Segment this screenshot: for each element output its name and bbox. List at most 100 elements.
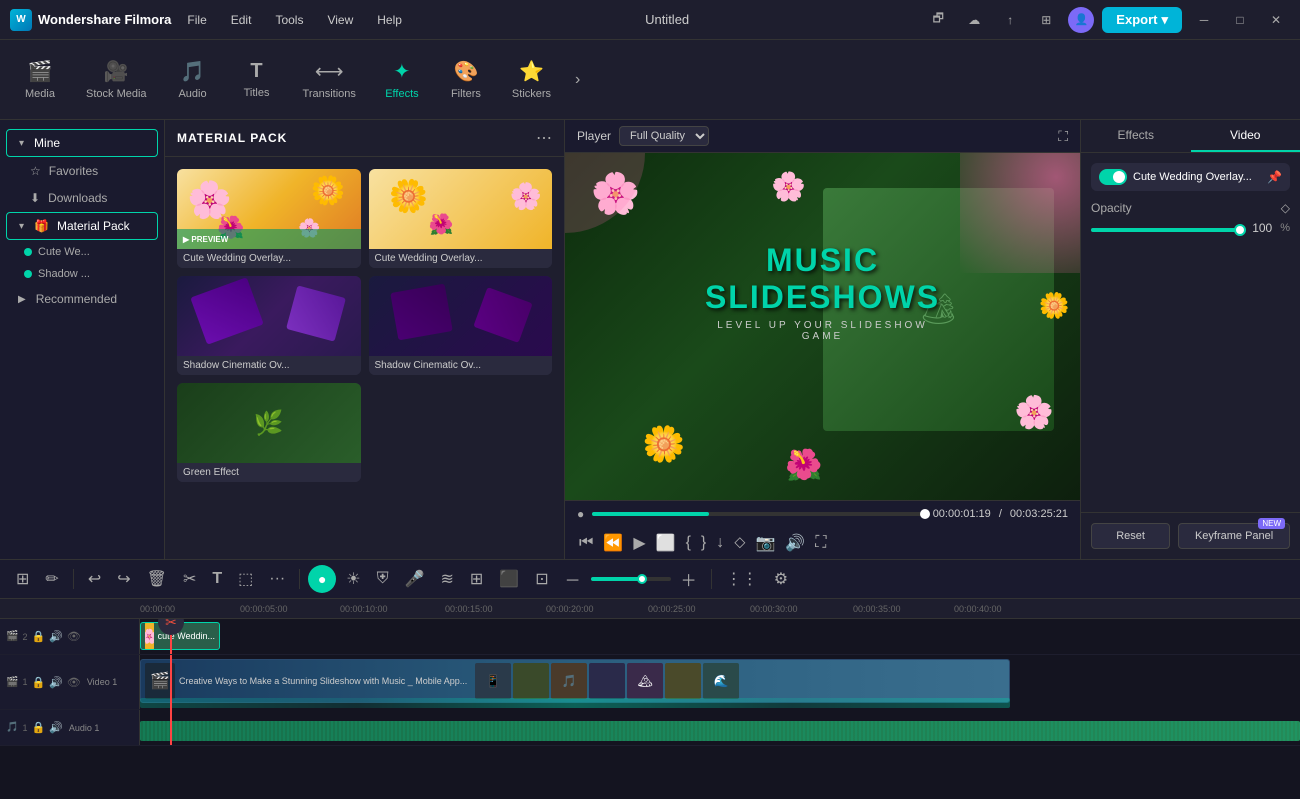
tool-filters[interactable]: 🎨 Filters (436, 51, 496, 108)
effect-toggle[interactable] (1099, 169, 1127, 185)
export-button[interactable]: Export ▾ (1102, 7, 1182, 33)
effect-card-cute-wedding-2[interactable]: 🌼 🌸 🌺 Cute Wedding Overlay... (369, 169, 553, 268)
minimize-icon[interactable]: 🗗 (924, 6, 952, 34)
tool-stock-media[interactable]: 🎥 Stock Media (74, 51, 159, 108)
eye2-icon[interactable]: 👁 (67, 676, 81, 689)
tool-stickers[interactable]: ⭐ Stickers (500, 51, 563, 108)
tool-audio[interactable]: 🎵 Audio (163, 51, 223, 108)
window-minimize-icon[interactable]: ─ (1190, 6, 1218, 34)
mark-in-icon[interactable]: { (684, 532, 693, 554)
lock-icon[interactable]: 🔒 (31, 630, 45, 643)
speaker-icon[interactable]: 🔊 (49, 630, 63, 643)
effect-label-5: Green Effect (177, 463, 361, 482)
scene-view-icon[interactable]: ⊞ (10, 566, 35, 592)
window-close-icon[interactable]: ✕ (1262, 6, 1290, 34)
sidebar-item-mine[interactable]: ▾ Mine (6, 129, 158, 157)
more-options-icon[interactable]: ⋯ (536, 128, 552, 148)
window-maximize-icon[interactable]: □ (1226, 6, 1254, 34)
ruler-mark-40: 00:00:40:00 (954, 604, 1002, 614)
mic-icon[interactable]: 🎤 (399, 566, 431, 592)
media-icon: 🎬 (28, 59, 53, 84)
insert-icon[interactable]: ↓ (714, 532, 726, 554)
lock3-icon[interactable]: 🔒 (31, 721, 45, 734)
tool-transitions[interactable]: ⟷ Transitions (291, 51, 368, 108)
snapshot-icon[interactable]: 📷 (753, 531, 777, 555)
devices-icon[interactable]: ⊞ (1032, 6, 1060, 34)
text-icon[interactable]: T (206, 567, 228, 591)
pip-icon[interactable]: ⬛ (493, 566, 525, 592)
effect-card-shadow-1[interactable]: Shadow Cinematic Ov... (177, 276, 361, 375)
sub-icon[interactable]: ⊡ (529, 566, 554, 592)
separator-1 (73, 569, 74, 589)
sidebar-sub-cute-wedding[interactable]: Cute We... (0, 241, 164, 263)
more-tools-icon[interactable]: ··· (263, 567, 291, 591)
menu-edit[interactable]: Edit (223, 9, 260, 31)
opacity-slider[interactable] (1091, 228, 1244, 232)
undo-icon[interactable]: ↩ (82, 566, 107, 592)
audio-track-clip[interactable] (140, 721, 1300, 741)
mark-out-icon[interactable]: } (699, 532, 708, 554)
share-icon[interactable]: ↑ (996, 6, 1024, 34)
tool-media[interactable]: 🎬 Media (10, 51, 70, 108)
reset-button[interactable]: Reset (1091, 523, 1170, 549)
speaker2-icon[interactable]: 🔊 (49, 676, 63, 689)
cut-icon[interactable]: ✂ (177, 566, 202, 592)
stock-media-icon: 🎥 (104, 59, 129, 84)
step-back-icon[interactable]: ⏪ (601, 531, 625, 555)
quality-select[interactable]: Full Quality (619, 126, 709, 146)
volume-icon[interactable]: 🔊 (783, 531, 807, 555)
sidebar-item-recommended[interactable]: ▶ Recommended (6, 286, 158, 312)
menu-view[interactable]: View (319, 9, 361, 31)
scene-split-icon[interactable]: ⬦ (732, 532, 747, 554)
play-icon[interactable]: ▶ (631, 531, 647, 555)
menu-file[interactable]: File (179, 9, 214, 31)
tool-titles[interactable]: T Titles (227, 52, 287, 107)
tool-effects[interactable]: ✦ Effects (372, 51, 432, 108)
minus-icon[interactable]: － (559, 564, 587, 594)
clip-main[interactable]: 🎬 Creative Ways to Make a Stunning Slide… (140, 659, 1010, 703)
crop-btn-icon[interactable]: ⬚ (232, 566, 259, 592)
redo-icon[interactable]: ↪ (111, 566, 136, 592)
draw-icon[interactable]: ✏ (39, 566, 64, 592)
sidebar-item-downloads[interactable]: ⬇ Downloads (6, 185, 158, 211)
playback-buttons: ⏮ ⏪ ▶ ⬜ { } ↓ ⬦ 📷 🔊 ⛶ (565, 527, 1080, 559)
progress-bar[interactable] (592, 512, 924, 516)
multi-cam-icon[interactable]: ⊞ (464, 566, 489, 592)
fullscreen-icon[interactable]: ⛶ (813, 532, 828, 554)
tab-effects[interactable]: Effects (1081, 120, 1191, 152)
settings-icon[interactable]: ⚙ (768, 566, 794, 592)
sidebar-item-favorites[interactable]: ☆ Favorites (6, 158, 158, 184)
eye-icon[interactable]: 👁 (67, 630, 81, 643)
record-button[interactable]: ● (308, 565, 336, 593)
delete-icon[interactable]: 🗑 (141, 566, 173, 592)
sidebar-sub-shadow[interactable]: Shadow ... (0, 263, 164, 285)
effect-card-shadow-2[interactable]: Shadow Cinematic Ov... (369, 276, 553, 375)
sidebar-item-material-pack[interactable]: ▾ 🎁 Material Pack (6, 212, 158, 240)
stop-icon[interactable]: ⬜ (654, 531, 678, 555)
shield-icon[interactable]: ⛨ (371, 567, 395, 591)
keyframe-panel-button[interactable]: Keyframe Panel NEW (1178, 523, 1290, 549)
crop-icon[interactable]: ⛶ (1058, 128, 1068, 145)
menu-tools[interactable]: Tools (267, 9, 311, 31)
speaker3-icon[interactable]: 🔊 (49, 721, 63, 734)
sun-icon[interactable]: ☀ (340, 566, 366, 592)
lock2-icon[interactable]: 🔒 (31, 676, 45, 689)
effect-card-cute-wedding-1[interactable]: 🌸 🌼 🌺 🌸 ▶ PREVIEW Cute Wedding Overlay..… (177, 169, 361, 268)
audio-wave-icon[interactable]: ≋ (435, 566, 460, 592)
track-content-video1: 🎬 Creative Ways to Make a Stunning Slide… (140, 655, 1300, 710)
zoom-slider[interactable] (591, 577, 671, 581)
playback-progress-bar[interactable]: ● 00:00:01:19 / 00:03:25:21 (565, 500, 1080, 527)
plus-icon[interactable]: ＋ (675, 564, 703, 594)
sidebar-favorites-label: Favorites (49, 164, 98, 178)
menu-help[interactable]: Help (369, 9, 410, 31)
pin-icon[interactable]: 📌 (1267, 170, 1282, 184)
rewind-icon[interactable]: ⏮ (577, 532, 595, 554)
ruler-mark-35: 00:00:35:00 (853, 604, 901, 614)
toolbar-more-icon[interactable]: › (567, 67, 588, 93)
cloud-icon[interactable]: ☁ (960, 6, 988, 34)
user-avatar[interactable]: 👤 (1068, 7, 1094, 33)
tab-video[interactable]: Video (1191, 120, 1300, 152)
effect-card-green[interactable]: 🌿 Green Effect (177, 383, 361, 482)
sidebar-cute-label: Cute We... (38, 246, 90, 258)
grid-view-icon[interactable]: ⋮⋮ (720, 566, 764, 592)
